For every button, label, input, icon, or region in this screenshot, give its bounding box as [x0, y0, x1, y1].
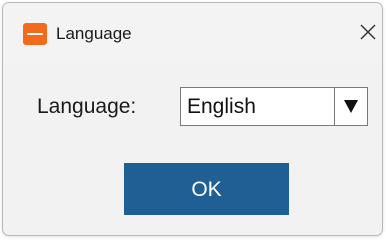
language-dialog: Language Language: English OK: [2, 2, 383, 236]
triangle-down-icon: [344, 100, 358, 113]
language-select[interactable]: English: [180, 87, 368, 126]
ok-button[interactable]: OK: [124, 163, 289, 215]
language-label: Language:: [37, 95, 137, 118]
language-dropdown-button[interactable]: [334, 88, 367, 125]
app-logo-icon: [23, 23, 47, 45]
app-logo-bar: [27, 33, 43, 35]
title-bar: Language: [3, 3, 382, 63]
close-icon: [360, 24, 376, 40]
close-button[interactable]: [353, 17, 382, 47]
window-title: Language: [56, 24, 132, 43]
language-select-value: English: [187, 95, 256, 118]
